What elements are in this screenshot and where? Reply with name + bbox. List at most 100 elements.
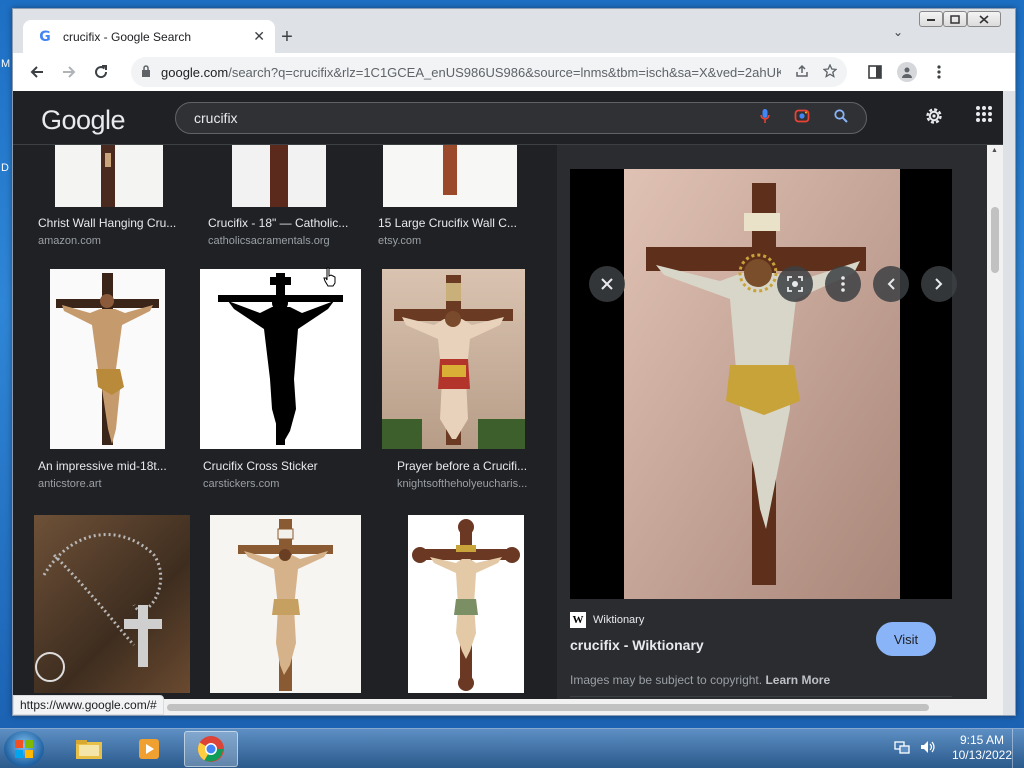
preview-source-name[interactable]: Wiktionary	[593, 614, 644, 626]
tab-google-search[interactable]: G crucifix - Google Search ✕	[23, 20, 275, 53]
google-favicon-icon: G	[39, 28, 51, 45]
share-icon[interactable]	[795, 64, 809, 81]
results-preview-gap	[543, 145, 557, 715]
reload-button[interactable]	[85, 56, 117, 88]
result-thumbnail[interactable]	[200, 269, 361, 449]
close-icon	[979, 14, 989, 24]
bookmark-star-icon[interactable]	[822, 62, 838, 81]
image-result-card[interactable]: Crucifix - 18" — Catholic... catholicsac…	[193, 145, 363, 255]
minimize-button[interactable]	[919, 11, 943, 27]
new-tab-button[interactable]: +	[275, 25, 299, 49]
image-results-grid: Christ Wall Hanging Cru... amazon.com Cr…	[13, 145, 543, 715]
settings-gear-icon[interactable]	[923, 105, 945, 133]
chevron-right-icon	[935, 278, 943, 290]
google-images-page: Google crucifix Christ Wall Hanging Cru.…	[13, 91, 1003, 715]
microphone-icon[interactable]	[760, 108, 770, 128]
result-thumbnail[interactable]	[382, 269, 525, 449]
desktop-icon-label: D	[1, 162, 9, 174]
desktop-icon-label: M	[1, 58, 11, 70]
search-input[interactable]	[194, 110, 736, 126]
image-result-card[interactable]	[203, 515, 373, 715]
start-button[interactable]	[4, 731, 44, 767]
result-thumbnail[interactable]	[232, 145, 326, 207]
result-thumbnail[interactable]	[55, 145, 163, 207]
lock-icon[interactable]	[141, 64, 151, 80]
next-image-button[interactable]	[921, 266, 957, 302]
tab-title: crucifix - Google Search	[63, 29, 192, 44]
close-tab-icon[interactable]: ✕	[253, 28, 265, 45]
close-preview-button[interactable]	[589, 266, 625, 302]
result-site[interactable]: catholicsacramentals.org	[208, 235, 330, 247]
result-site[interactable]: amazon.com	[38, 235, 101, 247]
result-thumbnail[interactable]	[34, 515, 190, 693]
google-header: Google	[13, 91, 1003, 145]
result-title[interactable]: 15 Large Crucifix Wall C...	[378, 216, 517, 230]
result-thumbnail[interactable]	[383, 145, 517, 207]
result-title[interactable]: Crucifix - 18" — Catholic...	[208, 216, 348, 230]
google-logo[interactable]: Google	[41, 105, 126, 136]
tab-search-chevron-icon[interactable]: ⌄	[893, 25, 903, 39]
result-thumbnail[interactable]	[210, 515, 361, 693]
show-desktop-button[interactable]	[1012, 729, 1024, 768]
image-result-card[interactable]: An impressive mid-18t... anticstore.art	[13, 269, 193, 499]
hand-cursor-icon	[323, 267, 336, 287]
image-result-card[interactable]: Christ Wall Hanging Cru... amazon.com	[13, 145, 183, 255]
network-icon[interactable]	[894, 740, 910, 757]
chrome-icon	[197, 736, 224, 762]
more-options-button[interactable]	[825, 266, 861, 302]
taskbar-chrome[interactable]	[184, 731, 238, 767]
taskbar: 9:15 AM 10/13/2022	[0, 728, 1024, 768]
result-site[interactable]: anticstore.art	[38, 478, 102, 490]
back-button[interactable]	[21, 56, 53, 88]
search-inside-image-button[interactable]	[777, 266, 813, 302]
image-result-card[interactable]: 15 Large Crucifix Wall C... etsy.com	[373, 145, 543, 255]
address-bar[interactable]: google.com/search?q=crucifix&rlz=1C1GCEA…	[131, 57, 847, 87]
profile-button[interactable]	[891, 56, 923, 88]
forward-button[interactable]	[53, 56, 85, 88]
taskbar-media-player[interactable]	[122, 731, 176, 767]
close-window-button[interactable]	[967, 11, 1001, 27]
status-bar-url: https://www.google.com/#	[13, 695, 164, 715]
image-result-card[interactable]	[13, 515, 203, 715]
visit-button[interactable]: Visit	[876, 622, 936, 656]
previous-image-button[interactable]	[873, 266, 909, 302]
scroll-up-arrow-icon[interactable]: ▲	[991, 147, 998, 154]
preview-image[interactable]	[570, 169, 952, 599]
lens-scan-icon	[787, 276, 803, 292]
media-player-icon	[139, 739, 159, 759]
result-site[interactable]: carstickers.com	[203, 478, 279, 490]
image-result-card[interactable]: Crucifix Cross Sticker carstickers.com	[193, 269, 373, 499]
image-result-card[interactable]: Prayer before a Crucifi... knightsoftheh…	[373, 269, 543, 499]
result-site[interactable]: etsy.com	[378, 235, 421, 247]
chrome-menu-button[interactable]	[923, 56, 955, 88]
taskbar-clock[interactable]: 9:15 AM 10/13/2022	[952, 733, 1012, 763]
system-tray: 9:15 AM 10/13/2022	[894, 733, 1012, 763]
browser-toolbar: google.com/search?q=crucifix&rlz=1C1GCEA…	[13, 53, 1015, 91]
vertical-scroll-thumb[interactable]	[991, 207, 999, 273]
maximize-button[interactable]	[943, 11, 967, 27]
google-lens-icon[interactable]	[794, 108, 810, 128]
result-title[interactable]: Christ Wall Hanging Cru...	[38, 216, 176, 230]
chevron-left-icon	[887, 278, 895, 290]
result-title[interactable]: An impressive mid-18t...	[38, 459, 167, 473]
horizontal-scroll-thumb[interactable]	[167, 704, 929, 711]
result-title[interactable]: Crucifix Cross Sticker	[203, 459, 318, 473]
vertical-scrollbar[interactable]: ▲ ▼	[987, 145, 1003, 715]
url-text[interactable]: google.com/search?q=crucifix&rlz=1C1GCEA…	[161, 65, 781, 80]
preview-title[interactable]: crucifix - Wiktionary	[570, 637, 704, 653]
google-search-box[interactable]	[175, 102, 867, 134]
restore-icon	[950, 14, 960, 24]
preview-source[interactable]: W Wiktionary	[570, 612, 644, 628]
reload-icon	[95, 65, 108, 79]
image-result-card[interactable]	[373, 515, 543, 715]
volume-icon[interactable]	[920, 740, 936, 757]
result-title[interactable]: Prayer before a Crucifi...	[397, 459, 527, 473]
result-thumbnail[interactable]	[50, 269, 165, 449]
learn-more-link[interactable]: Learn More	[765, 673, 830, 687]
result-thumbnail[interactable]	[408, 515, 524, 693]
result-site[interactable]: knightsoftheholyeucharis...	[397, 478, 527, 490]
search-icon[interactable]	[834, 109, 848, 127]
taskbar-file-explorer[interactable]	[62, 731, 116, 767]
google-apps-grid-icon[interactable]	[975, 105, 993, 128]
side-panel-button[interactable]	[859, 56, 891, 88]
